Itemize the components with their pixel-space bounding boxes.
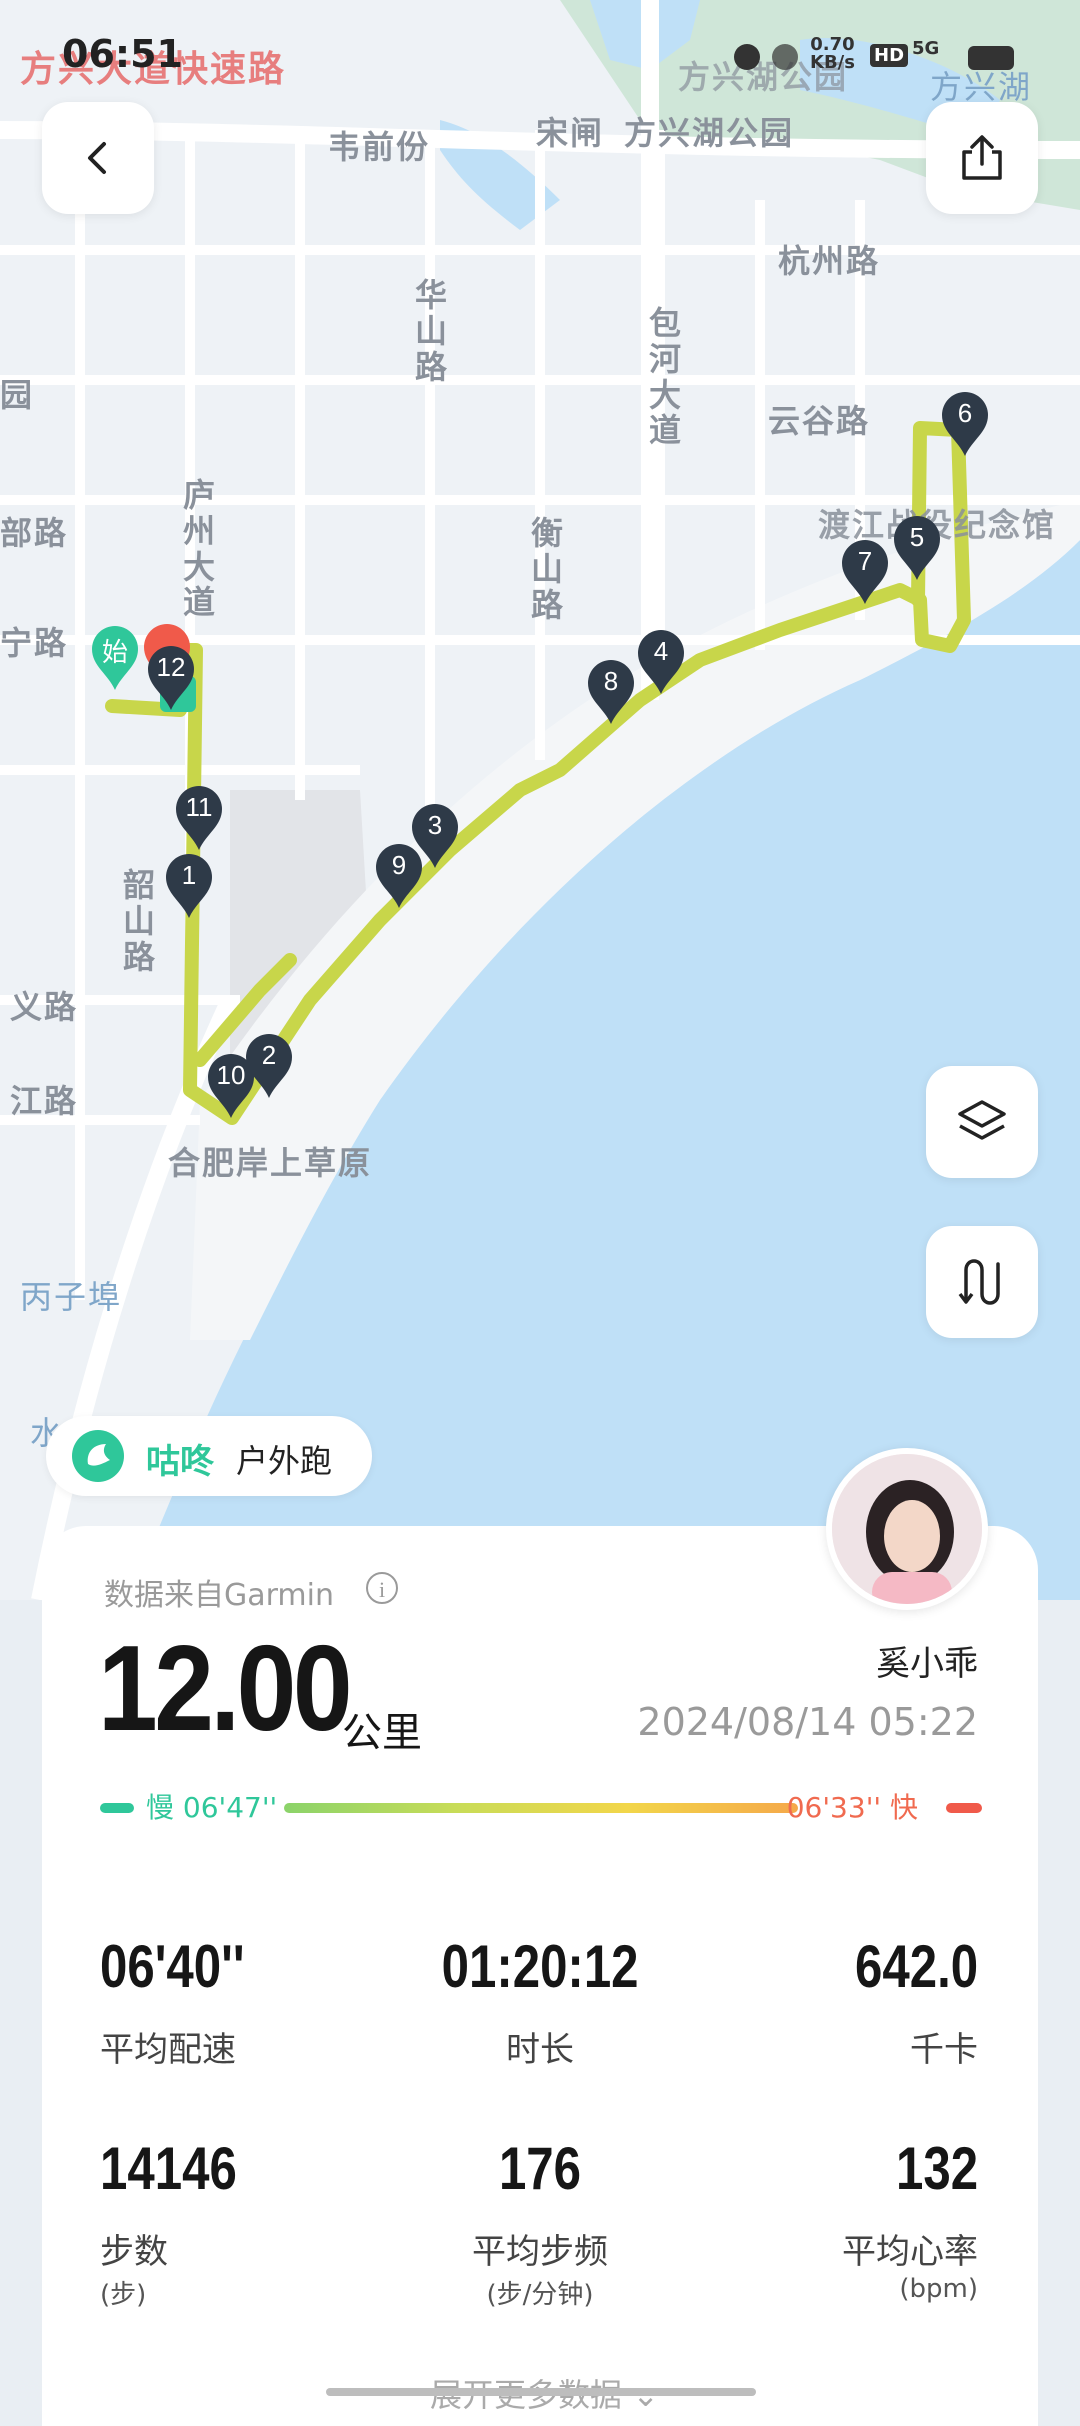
distance-value: 12.00 bbox=[98, 1620, 353, 1756]
km-marker-label: 1 bbox=[181, 860, 197, 890]
km-marker-7[interactable]: 7 bbox=[838, 536, 892, 606]
km-marker-5[interactable]: 5 bbox=[890, 512, 944, 582]
km-marker-label: 8 bbox=[603, 666, 619, 696]
map-label-hangzhou-rd: 杭州路 bbox=[778, 242, 881, 280]
battery-icon bbox=[968, 46, 1014, 70]
km-marker-label: 4 bbox=[653, 636, 669, 666]
map-label-huashan-rd: 华山路 bbox=[414, 276, 449, 386]
map-layers-button[interactable] bbox=[926, 1066, 1038, 1178]
map-label-yungu-rd: 云谷路 bbox=[768, 402, 871, 440]
net-speed: 0.70 KB/s bbox=[810, 36, 855, 72]
start-pin-label: 始 bbox=[101, 637, 128, 667]
stat-heart-rate-label: 平均心率 bbox=[842, 2232, 978, 2272]
map-label-anshang-grassland: 合肥岸上草原 bbox=[168, 1144, 373, 1182]
stat-duration-value: 01:20:12 bbox=[441, 1933, 639, 2000]
map-label-fangxinghu-park: 方兴湖公园 bbox=[624, 114, 795, 152]
stat-steps-unit: (步) bbox=[100, 2280, 147, 2310]
route-map[interactable]: 韦前份 宋闸 方兴湖公园 方兴湖公园 方兴湖 杭州路 华山路 包河大道 云谷路 … bbox=[0, 0, 1080, 1602]
activity-type: 户外跑 bbox=[236, 1442, 333, 1480]
pace-slow-label: 慢 06'47'' bbox=[146, 1791, 278, 1824]
mute-icon bbox=[772, 44, 798, 70]
chevron-left-icon bbox=[88, 142, 106, 174]
route-trace-icon bbox=[958, 1259, 1000, 1305]
stat-avg-pace-value: 06'40'' bbox=[100, 1933, 245, 2000]
km-marker-8[interactable]: 8 bbox=[584, 656, 638, 726]
km-marker-label: 5 bbox=[909, 522, 925, 552]
map-canvas bbox=[0, 0, 1080, 1602]
stat-calories-value: 642.0 bbox=[854, 1933, 978, 2000]
distance-unit: 公里 bbox=[342, 1710, 422, 1756]
km-marker-4[interactable]: 4 bbox=[634, 626, 688, 696]
network-type: 5G bbox=[912, 38, 940, 59]
stat-calories-label: 千卡 bbox=[910, 2030, 978, 2070]
km-marker-label: 12 bbox=[156, 652, 186, 682]
map-label-hengshan-rd: 衡山路 bbox=[530, 514, 565, 624]
data-source: 数据来自Garmin bbox=[104, 1578, 335, 1613]
map-label-songzha: 宋闸 bbox=[536, 114, 605, 152]
km-marker-12[interactable]: 12 bbox=[144, 642, 198, 712]
stat-avg-pace-label: 平均配速 bbox=[100, 2030, 236, 2070]
status-time: 06:51 bbox=[62, 32, 183, 76]
pace-fast-label: 06'33'' 快 bbox=[786, 1791, 918, 1824]
map-label-yuan: 园 bbox=[0, 376, 35, 414]
codoon-logo-icon bbox=[72, 1430, 124, 1482]
map-label-luzhou-ave: 庐州大道 bbox=[182, 476, 217, 622]
net-speed-unit: KB/s bbox=[810, 52, 855, 73]
stat-cadence-unit: (步/分钟) bbox=[486, 2280, 594, 2310]
map-label-ning-rd: 宁路 bbox=[0, 624, 69, 662]
home-indicator[interactable] bbox=[326, 2388, 756, 2396]
user-avatar[interactable] bbox=[826, 1448, 988, 1610]
map-label-jiang-rd: 江路 bbox=[10, 1082, 79, 1120]
map-label-shaoshan-rd: 韶山路 bbox=[122, 866, 157, 976]
stat-duration-label: 时长 bbox=[506, 2030, 574, 2070]
km-marker-label: 10 bbox=[216, 1060, 246, 1090]
start-pin: 始 bbox=[88, 622, 142, 692]
km-marker-label: 6 bbox=[957, 398, 973, 428]
workout-datetime: 2024/08/14 05:22 bbox=[637, 1700, 978, 1744]
info-icon[interactable]: i bbox=[366, 1572, 398, 1604]
km-marker-label: 7 bbox=[857, 546, 873, 576]
map-label-bu-rd: 部路 bbox=[0, 514, 69, 552]
alarm-icon bbox=[734, 44, 760, 70]
pace-bar-fast-cap bbox=[946, 1803, 982, 1813]
km-marker-label: 11 bbox=[185, 792, 213, 822]
user-name: 奚小乖 bbox=[876, 1644, 978, 1684]
hd-badge: HD bbox=[870, 44, 909, 67]
km-marker-6[interactable]: 6 bbox=[938, 388, 992, 458]
pace-bar-slow-cap bbox=[100, 1803, 134, 1813]
map-label-yi-rd: 义路 bbox=[10, 988, 79, 1026]
km-marker-label: 3 bbox=[427, 810, 443, 840]
pace-gradient-bar bbox=[284, 1803, 798, 1813]
stat-steps-label: 步数 bbox=[100, 2232, 168, 2272]
map-label-weiqianfen: 韦前份 bbox=[328, 128, 431, 166]
km-marker-label: 9 bbox=[391, 850, 407, 880]
app-name: 咕咚 bbox=[146, 1442, 214, 1482]
stat-heart-rate-value: 132 bbox=[895, 2135, 978, 2202]
map-label-baohe-ave: 包河大道 bbox=[648, 304, 683, 450]
stat-cadence-label: 平均步频 bbox=[472, 2232, 608, 2272]
status-bar: 方兴大道快速路 06:51 0.70 KB/s HD 5G bbox=[0, 32, 1080, 92]
layers-icon bbox=[958, 1100, 1006, 1140]
share-button[interactable] bbox=[926, 102, 1038, 214]
stat-heart-rate-unit: (bpm) bbox=[899, 2274, 978, 2304]
stat-steps-value: 14146 bbox=[100, 2135, 237, 2202]
map-label-bingzibu: 丙子埠 bbox=[20, 1278, 123, 1316]
back-button[interactable] bbox=[42, 102, 154, 214]
km-marker-1[interactable]: 1 bbox=[162, 850, 216, 920]
stat-cadence-value: 176 bbox=[498, 2135, 582, 2202]
route-replay-button[interactable] bbox=[926, 1226, 1038, 1338]
activity-chip: 咕咚 户外跑 bbox=[46, 1416, 372, 1496]
km-marker-9[interactable]: 9 bbox=[372, 840, 426, 910]
share-icon bbox=[962, 135, 1002, 180]
km-marker-10[interactable]: 10 bbox=[204, 1050, 258, 1120]
km-marker-11[interactable]: 11 bbox=[172, 782, 226, 852]
